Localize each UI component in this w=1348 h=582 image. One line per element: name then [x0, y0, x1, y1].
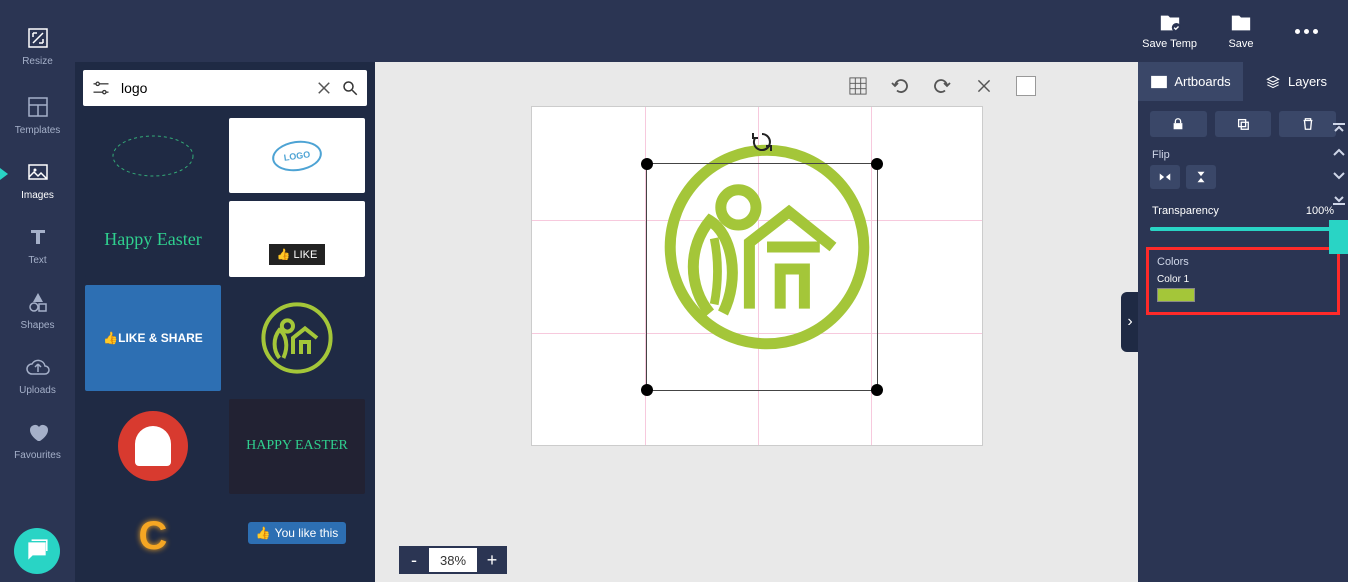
asset-thumb[interactable]: Happy Easter — [85, 201, 221, 277]
colors-header: Colors — [1157, 256, 1329, 268]
asset-panel: LOGO Happy Easter 👍 LIKE 👍 LIKE & SHARE … — [75, 62, 375, 582]
zoom-control: - 38% + — [399, 546, 507, 574]
lock-icon — [1171, 117, 1185, 131]
asset-thumb[interactable]: C — [85, 502, 221, 572]
chat-button[interactable] — [14, 528, 60, 574]
tab-artboards[interactable]: Artboards — [1138, 62, 1243, 101]
duplicate-button[interactable] — [1215, 111, 1272, 137]
save-temp-label: Save Temp — [1142, 38, 1197, 50]
chat-icon — [24, 538, 50, 564]
colors-section: Colors Color 1 — [1146, 247, 1340, 315]
save-temp-button[interactable]: Save Temp — [1142, 12, 1197, 50]
zoom-out-button[interactable]: - — [399, 546, 429, 574]
background-color-swatch[interactable] — [1016, 76, 1036, 96]
transparency-label: Transparency — [1152, 205, 1219, 217]
grid-toggle-button[interactable] — [848, 76, 868, 96]
canvas-area: - 38% + › — [375, 62, 1138, 582]
search-row — [83, 70, 367, 106]
transparency-row: Transparency 100% — [1138, 197, 1348, 221]
more-menu-button[interactable] — [1285, 29, 1328, 34]
artboard[interactable] — [531, 106, 983, 446]
redo-button[interactable] — [932, 76, 952, 96]
close-button[interactable] — [974, 76, 994, 96]
text-icon — [24, 225, 52, 249]
asset-thumb[interactable]: 👍 LIKE & SHARE — [85, 285, 221, 390]
resize-icon — [24, 26, 52, 50]
undo-button[interactable] — [890, 76, 910, 96]
rotate-handle[interactable] — [750, 130, 774, 154]
folder-check-icon — [1156, 12, 1184, 34]
resize-handle-bl[interactable] — [641, 384, 653, 396]
asset-thumb[interactable]: 👍 You like this — [229, 502, 365, 572]
heart-icon — [24, 420, 52, 444]
panel-bottom-button[interactable] — [1329, 190, 1348, 210]
folder-icon — [1227, 12, 1255, 34]
asset-grid: LOGO Happy Easter 👍 LIKE 👍 LIKE & SHARE … — [75, 114, 375, 582]
shapes-icon — [24, 290, 52, 314]
asset-thumb[interactable]: LOGO — [229, 118, 365, 193]
sidebar-item-favourites[interactable]: Favourites — [0, 408, 75, 473]
filter-icon[interactable] — [91, 78, 111, 98]
lock-button[interactable] — [1150, 111, 1207, 137]
flip-h-icon — [1158, 170, 1172, 184]
search-input[interactable] — [119, 74, 307, 102]
canvas-toolbar — [848, 62, 1036, 104]
right-panel: Artboards Layers Flip Transparency 100% … — [1138, 62, 1348, 582]
resize-handle-tr[interactable] — [871, 158, 883, 170]
color1-label: Color 1 — [1157, 274, 1329, 285]
asset-thumb[interactable] — [229, 285, 365, 390]
right-tabs: Artboards Layers — [1138, 62, 1348, 101]
templates-icon — [24, 95, 52, 119]
sidebar-item-uploads[interactable]: Uploads — [0, 343, 75, 408]
sidebar-item-text[interactable]: Text — [0, 213, 75, 278]
flip-horizontal-button[interactable] — [1150, 165, 1180, 189]
uploads-icon — [24, 355, 52, 379]
panel-down-button[interactable] — [1329, 166, 1348, 186]
zoom-value[interactable]: 38% — [429, 546, 477, 574]
save-label: Save — [1228, 38, 1253, 50]
asset-thumb[interactable]: 👍 LIKE — [229, 201, 365, 277]
flip-label: Flip — [1138, 143, 1348, 165]
resize-handle-tl[interactable] — [641, 158, 653, 170]
delete-button[interactable] — [1279, 111, 1336, 137]
sidebar-item-shapes[interactable]: Shapes — [0, 278, 75, 343]
panel-top-button[interactable] — [1329, 118, 1348, 138]
flip-vertical-button[interactable] — [1186, 165, 1216, 189]
sidebar-item-images[interactable]: Images — [0, 148, 75, 213]
selection-box[interactable] — [646, 163, 878, 391]
panel-accent-block[interactable] — [1329, 220, 1348, 254]
flip-row — [1138, 165, 1348, 197]
artboards-icon — [1150, 75, 1168, 89]
expand-right-button[interactable]: › — [1121, 292, 1139, 352]
transparency-slider[interactable] — [1150, 227, 1336, 231]
asset-thumb[interactable]: HAPPY EASTER — [229, 399, 365, 494]
copy-icon — [1236, 117, 1250, 131]
panel-up-button[interactable] — [1329, 142, 1348, 162]
action-row — [1138, 101, 1348, 143]
trash-icon — [1301, 117, 1315, 131]
save-button[interactable]: Save — [1227, 12, 1255, 50]
layers-icon — [1264, 75, 1282, 89]
asset-thumb[interactable] — [85, 399, 221, 494]
asset-thumb[interactable] — [85, 118, 221, 193]
flip-v-icon — [1194, 170, 1208, 184]
resize-handle-br[interactable] — [871, 384, 883, 396]
sidebar-item-templates[interactable]: Templates — [0, 83, 75, 148]
clear-search-icon[interactable] — [315, 79, 333, 97]
sidebar-item-resize[interactable]: Resize — [0, 14, 75, 79]
search-icon[interactable] — [341, 79, 359, 97]
left-sidebar: Resize Templates Images Text Shapes Uplo… — [0, 62, 75, 582]
top-bar: Save Temp Save — [0, 0, 1348, 62]
tab-layers[interactable]: Layers — [1243, 62, 1348, 101]
panel-nav-arrows — [1329, 118, 1348, 254]
zoom-in-button[interactable]: + — [477, 546, 507, 574]
color1-swatch[interactable] — [1157, 288, 1195, 302]
images-icon — [24, 160, 52, 184]
